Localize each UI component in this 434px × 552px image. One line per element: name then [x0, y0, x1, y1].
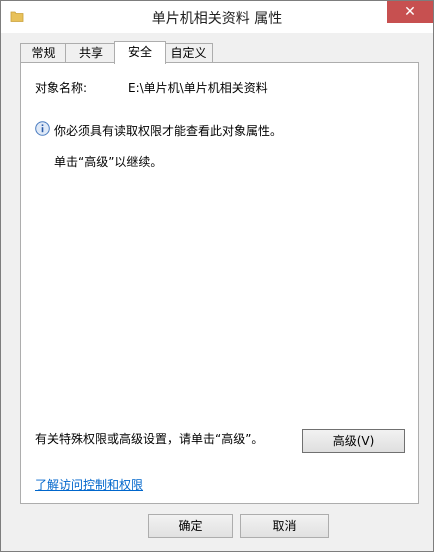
properties-dialog: 单片机相关资料 属性 ✕ 常规 共享 安全 自定义 对象名称: E:\单片机\单…	[0, 0, 434, 552]
window-title: 单片机相关资料 属性	[151, 11, 283, 27]
object-name-value: E:\单片机\单片机相关资料	[128, 81, 268, 95]
tab-customize[interactable]: 自定义	[164, 43, 213, 63]
close-button[interactable]: ✕	[387, 1, 433, 23]
security-panel: 对象名称: E:\单片机\单片机相关资料 你必须具有读取权限才能查看此对象属性。…	[20, 62, 419, 504]
ok-button[interactable]: 确定	[148, 514, 233, 538]
tab-general[interactable]: 常规	[20, 43, 67, 63]
continue-message: 单击“高级”以继续。	[54, 155, 163, 169]
info-message: 你必须具有读取权限才能查看此对象属性。	[54, 124, 283, 138]
object-name-label: 对象名称:	[35, 81, 88, 95]
advanced-button[interactable]: 高级(V)	[302, 429, 405, 453]
tab-sharing[interactable]: 共享	[65, 43, 117, 63]
tab-security[interactable]: 安全	[114, 41, 166, 64]
info-icon	[35, 121, 50, 136]
title-bar[interactable]: 单片机相关资料 属性 ✕	[1, 1, 433, 33]
special-permissions-text: 有关特殊权限或高级设置，请单击“高级”。	[35, 432, 264, 446]
cancel-button[interactable]: 取消	[240, 514, 329, 538]
learn-access-control-link[interactable]: 了解访问控制和权限	[35, 476, 143, 493]
